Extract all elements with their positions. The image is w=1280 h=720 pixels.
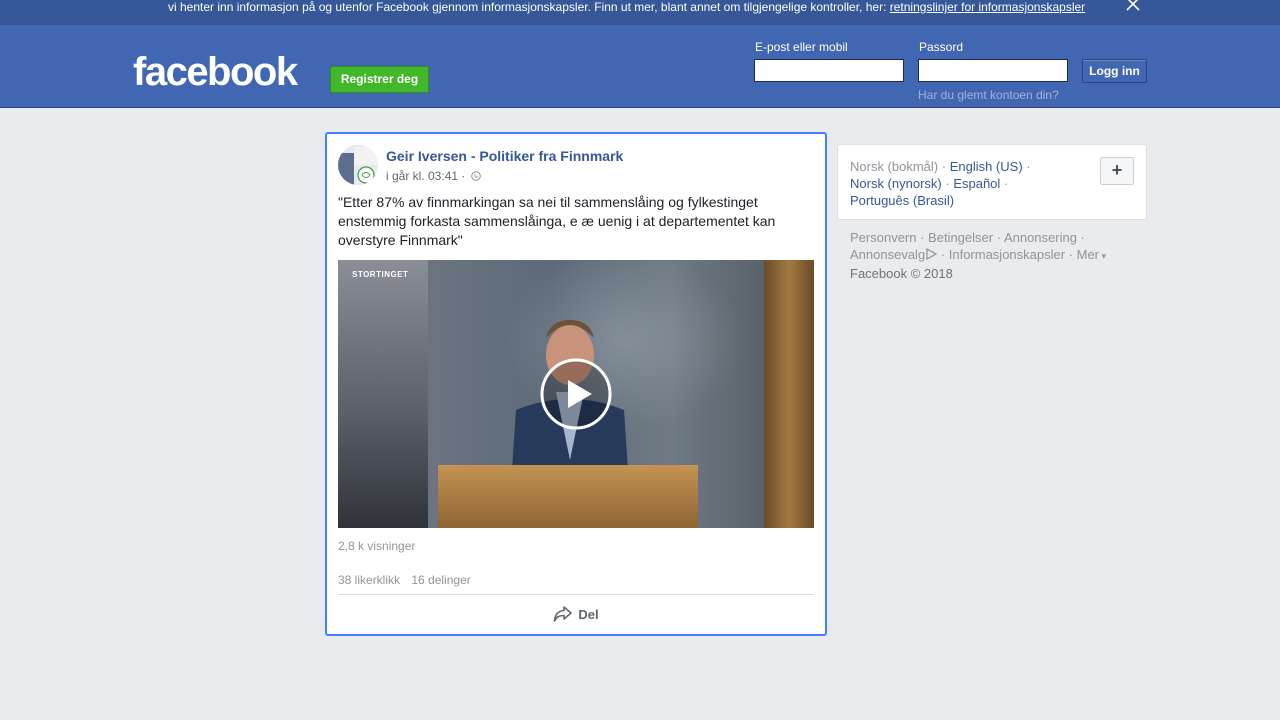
post-author-name[interactable]: Geir Iversen - Politiker fra Finnmark xyxy=(386,148,623,164)
post-stats: 38 likerklikk 16 delinger xyxy=(338,573,471,587)
meta-separator: · xyxy=(461,169,466,183)
video-scene-curtain xyxy=(764,260,814,528)
share-arrow-icon xyxy=(553,604,573,622)
email-field[interactable] xyxy=(754,59,904,82)
top-header: facebook Registrer deg E-post eller mobi… xyxy=(0,25,1280,108)
caret-down-icon: ▾ xyxy=(1099,251,1107,261)
cookie-banner-message: vi henter inn informasjon på og utenfor … xyxy=(168,0,887,14)
globe-icon xyxy=(470,170,481,181)
close-icon[interactable] xyxy=(1124,0,1142,13)
add-language-button[interactable]: + xyxy=(1100,157,1134,185)
footer-link-privacy[interactable]: Personvern xyxy=(850,230,916,245)
share-label: Del xyxy=(578,607,599,622)
video-channel-logo: STORTINGET xyxy=(352,270,409,279)
language-selector: Norsk (bokmål) · English (US) · Norsk (n… xyxy=(837,144,1147,220)
post-divider xyxy=(338,594,814,595)
footer-link-advertising[interactable]: Annonsering xyxy=(1004,230,1077,245)
cookie-policy-link[interactable]: retningslinjer for informasjonskapsler xyxy=(890,0,1085,14)
language-option-espanol[interactable]: Español xyxy=(953,176,1000,191)
video-scene-left xyxy=(338,260,428,528)
language-list: Norsk (bokmål) · English (US) · Norsk (n… xyxy=(850,159,1031,208)
post-text: "Etter 87% av finnmarkingan sa nei til s… xyxy=(338,194,776,248)
login-button[interactable]: Logg inn xyxy=(1082,59,1147,83)
email-label: E-post eller mobil xyxy=(755,40,848,54)
language-option-english[interactable]: English (US) xyxy=(950,159,1023,174)
share-button[interactable]: Del xyxy=(338,600,814,630)
register-button[interactable]: Registrer deg xyxy=(330,66,429,93)
forgot-account-link[interactable]: Har du glemt kontoen din? xyxy=(918,88,1059,102)
post-timestamp[interactable]: i går kl. 03:41 xyxy=(386,169,458,183)
footer-link-terms[interactable]: Betingelser xyxy=(928,230,993,245)
footer-link-more[interactable]: Mer xyxy=(1077,247,1099,262)
author-avatar[interactable] xyxy=(338,145,378,185)
post-card: Geir Iversen - Politiker fra Finnmark i … xyxy=(325,132,827,636)
facebook-logo[interactable]: facebook xyxy=(133,49,298,95)
video-podium xyxy=(438,465,698,528)
footer-link-cookies[interactable]: Informasjonskapsler xyxy=(949,247,1065,262)
likes-count[interactable]: 38 likerklikk xyxy=(338,573,400,587)
password-field[interactable] xyxy=(918,59,1068,82)
video-view-count: 2,8 k visninger xyxy=(338,539,416,553)
play-icon[interactable] xyxy=(540,358,612,430)
adchoices-icon xyxy=(925,247,938,261)
password-label: Passord xyxy=(919,40,964,54)
post-meta: i går kl. 03:41 · xyxy=(386,169,481,183)
cookie-banner-text: vi henter inn informasjon på og utenfor … xyxy=(168,0,1085,14)
copyright: Facebook © 2018 xyxy=(850,266,953,281)
shares-count[interactable]: 16 delinger xyxy=(411,573,470,587)
footer-link-adchoices[interactable]: Annonsevalg xyxy=(850,247,925,262)
language-option-nynorsk[interactable]: Norsk (nynorsk) xyxy=(850,176,942,191)
page-footer: Personvern · Betingelser · Annonsering ·… xyxy=(850,230,1107,281)
video-player[interactable]: STORTINGET xyxy=(338,260,814,528)
language-option-portugues[interactable]: Português (Brasil) xyxy=(850,193,954,208)
cookie-banner: vi henter inn informasjon på og utenfor … xyxy=(0,0,1280,25)
language-current: Norsk (bokmål) xyxy=(850,159,939,174)
